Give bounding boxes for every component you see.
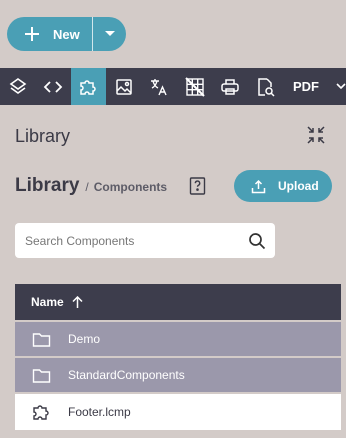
layers-button[interactable] <box>0 68 35 105</box>
print-button[interactable] <box>212 68 247 105</box>
name-column-header[interactable]: Name <box>15 284 341 320</box>
row-name: Footer.lcmp <box>68 405 131 419</box>
image-icon <box>116 78 132 95</box>
editor-toolbar: PDF <box>0 68 346 105</box>
new-button[interactable]: New <box>7 17 92 51</box>
puzzle-icon <box>80 79 97 95</box>
search-input[interactable] <box>15 223 248 258</box>
image-button[interactable] <box>106 68 141 105</box>
new-split-button: New <box>7 17 126 51</box>
components-button[interactable] <box>70 68 107 105</box>
row-name: Demo <box>68 332 101 346</box>
breadcrumb-library[interactable]: Library <box>15 175 79 197</box>
translate-icon <box>151 78 167 95</box>
pdf-label: PDF <box>293 79 319 94</box>
chevron-down-icon <box>104 31 115 36</box>
translate-button[interactable] <box>142 68 177 105</box>
name-column-label: Name <box>31 295 64 309</box>
upload-label: Upload <box>278 179 319 193</box>
new-button-label: New <box>53 26 80 42</box>
folder-icon <box>32 368 51 383</box>
breadcrumb: Library / Components <box>15 175 167 197</box>
search-icon[interactable] <box>248 232 266 250</box>
upload-icon <box>251 179 266 193</box>
row-name: StandardComponents <box>68 368 185 382</box>
puzzle-icon <box>33 404 49 420</box>
upload-button[interactable]: Upload <box>234 170 332 202</box>
layers-icon <box>9 77 27 94</box>
table-row[interactable]: StandardComponents <box>15 358 341 392</box>
table-row[interactable]: Footer.lcmp <box>15 394 341 430</box>
preview-button[interactable] <box>248 68 283 105</box>
sort-ascending-icon <box>72 296 83 308</box>
table-row[interactable]: Demo <box>15 322 341 356</box>
breadcrumb-components: Components <box>93 180 168 194</box>
components-table: Name Demo StandardComponents Footer.lcmp <box>15 284 341 430</box>
grid-off-icon <box>184 76 205 97</box>
grid-off-button[interactable] <box>177 68 212 105</box>
code-icon <box>43 80 63 93</box>
pdf-export-dropdown[interactable]: PDF <box>293 79 346 94</box>
breadcrumb-separator: / <box>85 180 89 194</box>
plus-icon <box>25 27 39 41</box>
panel-title: Library <box>15 126 71 146</box>
new-dropdown-button[interactable] <box>93 17 126 51</box>
print-icon <box>221 78 239 95</box>
file-search-icon <box>258 77 275 97</box>
help-book-icon[interactable] <box>189 177 206 195</box>
folder-icon <box>32 332 51 347</box>
chevron-down-icon <box>336 83 346 90</box>
search-box <box>15 223 275 258</box>
collapse-icon[interactable] <box>307 126 325 144</box>
code-button[interactable] <box>35 68 70 105</box>
